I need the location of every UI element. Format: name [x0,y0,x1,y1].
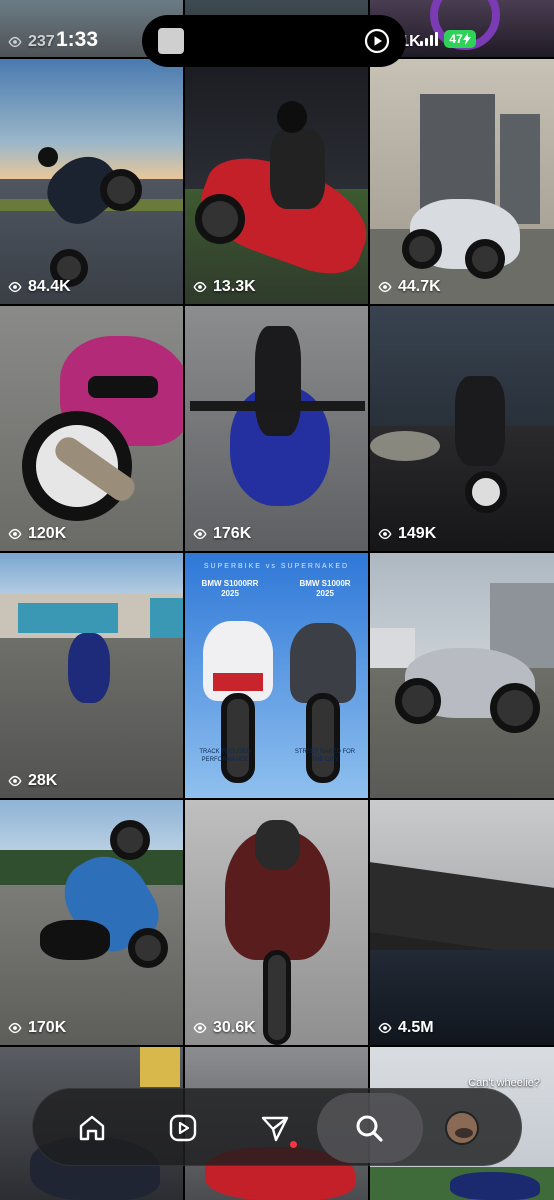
grid-tile[interactable]: 84.4K [0,59,183,304]
view-count: 237 [8,33,55,51]
view-count: 120K [8,525,66,543]
eye-icon [8,775,22,787]
nav-reels[interactable] [159,1104,207,1152]
view-count: 84.4K [8,278,71,296]
eye-icon [193,281,207,293]
now-playing-thumbnail [158,28,184,54]
poster-heading: SUPERBIKE vs SUPERNAKED [203,563,350,570]
nav-messages[interactable] [251,1104,299,1152]
grid-tile[interactable]: 13.3K [185,59,368,304]
eye-icon [8,1022,22,1034]
cellular-signal-icon [420,32,438,46]
view-count: 28K [8,772,57,790]
eye-icon [193,528,207,540]
poster-right-model: BMW S1000R 2025 [299,579,351,598]
battery-level: 47 [449,32,463,46]
poster-right-note: STREET NAKED FOR THE CITY [294,749,356,763]
notification-dot [290,1141,297,1148]
profile-icon [445,1111,479,1145]
view-count: 176K [193,525,251,543]
eye-icon [193,1022,207,1034]
eye-icon [8,528,22,540]
eye-icon [378,281,392,293]
view-count: 4.5M [378,1019,434,1037]
eye-icon [8,36,22,48]
grid-tile[interactable]: 30.6K [185,800,368,1045]
view-count: 13.3K [193,278,256,296]
view-count: 149K [378,525,436,543]
eye-icon [378,528,392,540]
poster-left-note: TRACK FOCUSED PERFORMANCE [199,749,251,763]
grid-tile[interactable]: 170K [0,800,183,1045]
battery-indicator: 47 [444,30,476,48]
grid-tile[interactable]: 44.7K [370,59,554,304]
grid-tile[interactable]: 4.5M [370,800,554,1045]
grid-tile[interactable]: 176K [185,306,368,551]
explore-grid: 237 72.1K 84.4K 13.3K [0,0,554,1200]
nav-search[interactable] [345,1104,393,1152]
view-count: 44.7K [378,278,441,296]
grid-tile[interactable]: 149K [370,306,554,551]
grid-tile-poster[interactable]: SUPERBIKE vs SUPERNAKED BMW S1000RR 2025… [185,553,368,798]
reels-icon [169,1114,197,1142]
status-time: 1:33 [56,28,99,51]
grid-tile[interactable]: 28K [0,553,183,798]
play-circle-icon[interactable] [364,28,390,54]
view-count: 30.6K [193,1019,256,1037]
bottom-nav [32,1088,522,1166]
grid-tile[interactable]: 120K [0,306,183,551]
charging-bolt-icon [462,33,471,45]
home-icon [79,1115,105,1141]
eye-icon [378,1022,392,1034]
status-indicators: 47 [420,30,476,48]
eye-icon [8,281,22,293]
nav-profile[interactable] [438,1104,486,1152]
messages-icon [261,1116,289,1142]
nav-home[interactable] [68,1104,116,1152]
search-icon [356,1115,383,1142]
dynamic-island[interactable] [142,15,406,67]
poster-left-model: BMW S1000RR 2025 [201,579,259,598]
grid-tile[interactable] [370,553,554,798]
view-count: 170K [8,1019,66,1037]
